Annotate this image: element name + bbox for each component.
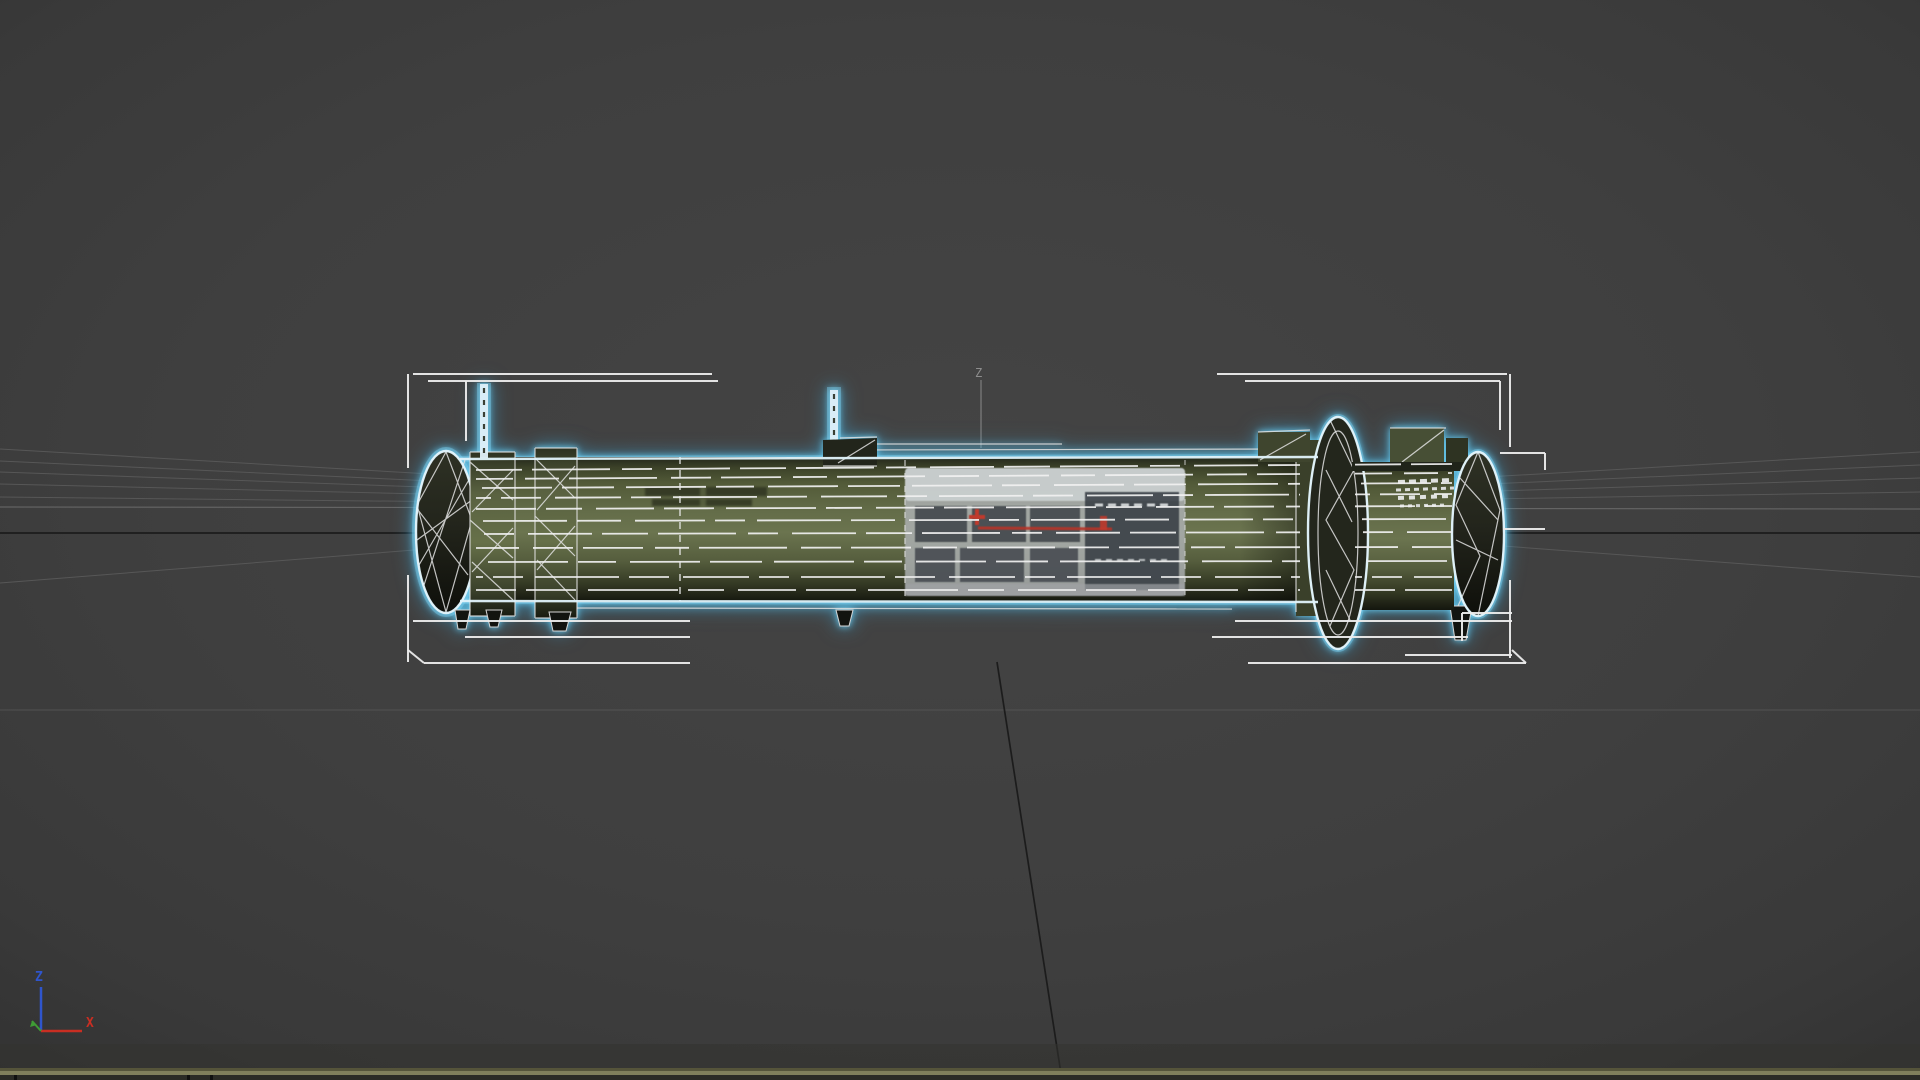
gizmo-z-label: Z [35,970,43,985]
tube-wire-line [475,560,1301,563]
perspective-viewport[interactable]: Z Z X [0,0,1920,1080]
timeline-tick [187,1075,190,1080]
active-viewport-border [0,1071,1920,1075]
track-bar-sliver[interactable] [0,1044,1920,1080]
top-latch-tab [823,436,878,467]
gizmo-x-label: X [86,1016,94,1031]
rear-end-cap [1450,450,1506,618]
timeline-tick [210,1075,213,1080]
rear-flange-disc [1306,415,1370,651]
viewport-stage: Z Z X [0,0,1920,1080]
left-end-cap [414,449,478,615]
origin-z-axis-label: Z [975,366,982,380]
timeline-tick [14,1075,17,1080]
tube-wire-line [475,546,1301,549]
top-sight-post-left [480,384,488,458]
